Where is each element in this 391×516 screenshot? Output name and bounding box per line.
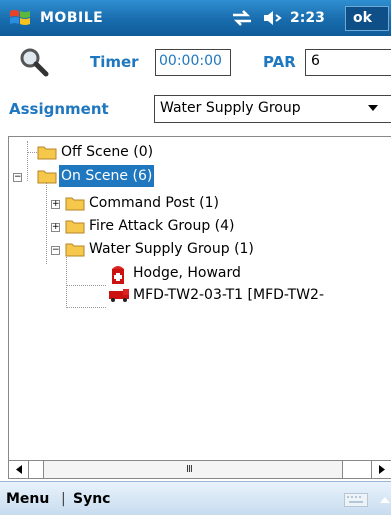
- folder-icon: [65, 197, 85, 211]
- title-bar: MOBILE 2:23 ok: [0, 0, 391, 36]
- tree-connector: [46, 181, 47, 264]
- timer-field[interactable]: 00:00:00: [155, 49, 231, 76]
- tree-connector: [27, 152, 37, 153]
- softkey-separator: |: [61, 491, 66, 507]
- assignment-tree[interactable]: Off Scene (0) − On Scene (6) + Command P…: [8, 136, 391, 479]
- sync-softkey[interactable]: Sync: [73, 482, 110, 516]
- folder-icon: [65, 220, 85, 234]
- connectivity-icon[interactable]: [231, 10, 253, 26]
- expand-icon[interactable]: +: [51, 200, 60, 209]
- assignment-dropdown[interactable]: Water Supply Group: [154, 95, 391, 123]
- par-field[interactable]: 6: [305, 49, 391, 76]
- app-title: MOBILE: [40, 10, 104, 26]
- softkey-bar: Menu | Sync: [0, 481, 391, 515]
- tree-connector: [66, 307, 106, 308]
- assignment-label: Assignment: [9, 100, 109, 118]
- clock[interactable]: 2:23: [290, 0, 325, 36]
- timer-label: Timer: [90, 53, 139, 71]
- folder-open-icon: [37, 170, 57, 184]
- volume-icon[interactable]: [262, 9, 284, 27]
- firefighter-icon: [112, 266, 124, 284]
- tree-connector: [27, 141, 28, 181]
- grip-icon: Ⅲ: [186, 464, 193, 475]
- tree-node-label: MFD-TW2-03-T1 [MFD-TW2-: [133, 287, 325, 303]
- expand-icon[interactable]: +: [51, 223, 60, 232]
- fire-truck-icon: [109, 289, 129, 302]
- assignment-selected-value: Water Supply Group: [160, 100, 301, 116]
- ok-button[interactable]: ok: [345, 6, 389, 31]
- tree-node-label: Water Supply Group (1): [89, 241, 254, 257]
- folder-icon: [37, 146, 57, 160]
- search-icon[interactable]: [18, 46, 50, 78]
- collapse-icon[interactable]: −: [13, 173, 22, 182]
- tree-connector: [66, 251, 67, 308]
- tree-node-label: Hodge, Howard: [133, 265, 241, 281]
- arrow-left-icon: [16, 465, 22, 474]
- arrow-right-icon: [379, 465, 385, 474]
- horizontal-scrollbar[interactable]: Ⅲ: [9, 460, 391, 478]
- tree-node-label: On Scene (6): [59, 165, 155, 187]
- tree-node-label: Command Post (1): [89, 195, 219, 211]
- tree-connector: [66, 285, 106, 286]
- menu-softkey[interactable]: Menu: [6, 482, 49, 516]
- windows-start-icon[interactable]: [8, 6, 32, 30]
- chevron-up-icon[interactable]: [380, 497, 390, 503]
- scroll-left-button[interactable]: [9, 461, 29, 478]
- par-label: PAR: [263, 53, 296, 71]
- collapse-icon[interactable]: −: [51, 246, 60, 255]
- scroll-right-button[interactable]: [371, 461, 391, 478]
- chevron-down-icon[interactable]: [368, 105, 378, 111]
- scroll-thumb[interactable]: Ⅲ: [43, 461, 343, 478]
- tree-node-label: Fire Attack Group (4): [89, 218, 235, 234]
- tree-node-label: Off Scene (0): [61, 144, 154, 160]
- keyboard-icon[interactable]: [344, 493, 368, 507]
- folder-open-icon: [65, 243, 85, 257]
